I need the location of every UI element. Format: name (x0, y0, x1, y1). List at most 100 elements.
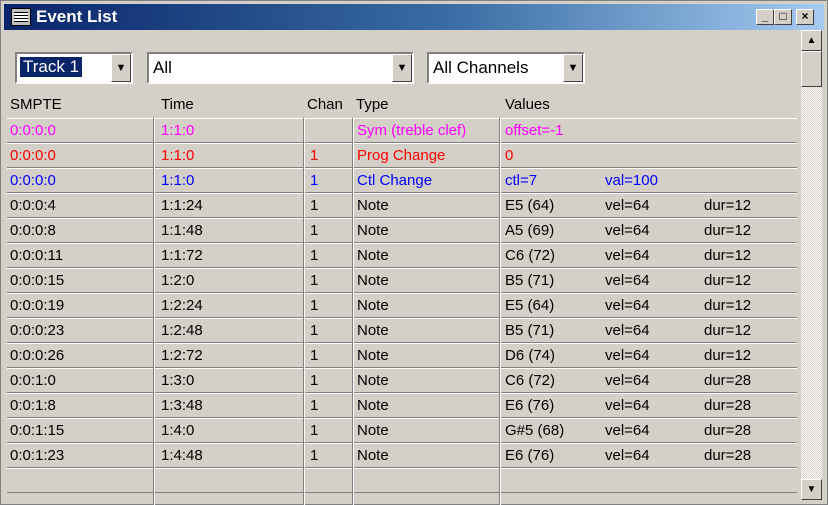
app-icon[interactable] (11, 8, 31, 26)
cell-time: 1:2:72 (161, 347, 203, 364)
maximize-icon: □ (779, 9, 787, 23)
track-select-dropdown-button[interactable]: ▼ (111, 54, 131, 82)
channels-select-value: All Channels (433, 58, 529, 77)
scrollbar-thumb[interactable] (801, 51, 822, 87)
cell-value-1: E5 (64) (505, 297, 555, 314)
cell-type: Note (357, 197, 389, 214)
cell-chan: 1 (310, 172, 319, 189)
cell-smpte: 0:0:0:23 (10, 322, 65, 339)
table-row[interactable]: 0:0:1:23 1:4:48 1 Note E6 (76) vel=64 dur=28 (7, 443, 797, 468)
cell-value-1: E6 (76) (505, 397, 555, 414)
cell-type: Note (357, 422, 389, 439)
table-row[interactable]: 0:0:0:11 1:1:72 1 Note C6 (72) vel=64 dur=12 (7, 243, 797, 268)
column-header-smpte[interactable]: SMPTE (10, 96, 62, 113)
cell-type: Prog Change (357, 147, 446, 164)
cell-type: Note (357, 447, 389, 464)
cell-value-2: vel=64 (605, 422, 650, 439)
scroll-up-button[interactable]: ▲ (801, 30, 822, 51)
cell-value-3: dur=28 (704, 397, 752, 414)
cell-smpte: 0:0:1:23 (10, 447, 65, 464)
cell-value-2: val=100 (605, 172, 658, 189)
cell-smpte: 0:0:0:8 (10, 222, 56, 239)
column-header-values[interactable]: Values (505, 96, 550, 113)
title-bar[interactable]: Event List _ □ × (4, 4, 824, 30)
cell-smpte: 0:0:1:0 (10, 372, 56, 389)
cell-type: Note (357, 347, 389, 364)
cell-value-2: vel=64 (605, 372, 650, 389)
cell-type: Sym (treble clef) (357, 122, 467, 139)
cell-value-3: dur=28 (704, 447, 752, 464)
cell-value-2: vel=64 (605, 322, 650, 339)
cell-type: Note (357, 247, 389, 264)
maximize-button[interactable]: □ (774, 9, 792, 25)
filter-select-dropdown-button[interactable]: ▼ (392, 54, 412, 82)
cell-smpte: 0:0:0:15 (10, 272, 65, 289)
cell-chan: 1 (310, 397, 319, 414)
cell-time: 1:1:0 (161, 172, 195, 189)
cell-chan: 1 (310, 347, 319, 364)
cell-time: 1:2:0 (161, 272, 195, 289)
filter-select[interactable]: All ▼ (147, 52, 414, 84)
cell-value-3: dur=12 (704, 197, 752, 214)
column-divider (500, 118, 501, 505)
cell-value-1: ctl=7 (505, 172, 538, 189)
cell-value-1: B5 (71) (505, 322, 555, 339)
cell-chan: 1 (310, 297, 319, 314)
cell-value-3: dur=12 (704, 322, 752, 339)
table-row[interactable]: 0:0:1:15 1:4:0 1 Note G#5 (68) vel=64 dur=28 (7, 418, 797, 443)
scroll-down-button[interactable]: ▼ (801, 479, 822, 500)
cell-chan: 1 (310, 322, 319, 339)
cell-smpte: 0:0:1:8 (10, 397, 56, 414)
table-row[interactable]: 0:0:1:8 1:3:48 1 Note E6 (76) vel=64 dur=28 (7, 393, 797, 418)
chevron-down-icon: ▼ (396, 62, 408, 74)
table-row[interactable]: 0:0:0:4 1:1:24 1 Note E5 (64) vel=64 dur=12 (7, 193, 797, 218)
filter-select-value: All (153, 58, 172, 77)
table-row[interactable]: 0:0:0:8 1:1:48 1 Note A5 (69) vel=64 dur=12 (7, 218, 797, 243)
cell-value-1: offset=-1 (505, 122, 564, 139)
table-row[interactable]: 0:0:0:15 1:2:0 1 Note B5 (71) vel=64 dur=12 (7, 268, 797, 293)
cell-time: 1:3:0 (161, 372, 195, 389)
minimize-button[interactable]: _ (756, 9, 774, 25)
cell-smpte: 0:0:0:0 (10, 172, 56, 189)
table-row[interactable]: 0:0:0:0 1:1:0 1 Prog Change 0 (7, 143, 797, 168)
cell-value-3: dur=12 (704, 272, 752, 289)
cell-value-1: B5 (71) (505, 272, 555, 289)
table-row[interactable]: 0:0:1:0 1:3:0 1 Note C6 (72) vel=64 dur=28 (7, 368, 797, 393)
cell-smpte: 0:0:1:15 (10, 422, 65, 439)
chevron-down-icon: ▼ (115, 62, 127, 74)
cell-smpte: 0:0:0:4 (10, 197, 56, 214)
chevron-down-icon: ▼ (567, 62, 579, 74)
cell-type: Ctl Change (357, 172, 433, 189)
channels-select[interactable]: All Channels ▼ (427, 52, 585, 84)
close-button[interactable]: × (796, 9, 814, 25)
track-select[interactable]: Track 1 ▼ (15, 52, 133, 84)
table-row[interactable]: 0:0:0:19 1:2:24 1 Note E5 (64) vel=64 dur=12 (7, 293, 797, 318)
window-title: Event List (36, 7, 118, 26)
arrow-up-icon: ▲ (806, 35, 817, 46)
table-row[interactable]: 0:0:0:23 1:2:48 1 Note B5 (71) vel=64 dur=12 (7, 318, 797, 343)
cell-type: Note (357, 297, 389, 314)
column-header-time[interactable]: Time (161, 96, 194, 113)
cell-smpte: 0:0:0:0 (10, 147, 56, 164)
table-row[interactable]: 0:0:0:0 1:1:0 Sym (treble clef) offset=-1 (7, 118, 797, 143)
cell-time: 1:4:48 (161, 447, 203, 464)
column-header-chan[interactable]: Chan (307, 96, 343, 113)
cell-value-1: A5 (69) (505, 222, 555, 239)
cell-value-2: vel=64 (605, 397, 650, 414)
table-row[interactable]: 0:0:0:0 1:1:0 1 Ctl Change ctl=7 val=100 (7, 168, 797, 193)
cell-value-3: dur=28 (704, 372, 752, 389)
cell-time: 1:1:48 (161, 222, 203, 239)
cell-smpte: 0:0:0:11 (10, 247, 64, 264)
cell-value-2: vel=64 (605, 297, 650, 314)
cell-value-2: vel=64 (605, 272, 650, 289)
cell-value-1: C6 (72) (505, 247, 556, 264)
cell-value-2: vel=64 (605, 247, 650, 264)
column-header-type[interactable]: Type (356, 96, 389, 113)
channels-select-dropdown-button[interactable]: ▼ (563, 54, 583, 82)
cell-chan: 1 (310, 447, 319, 464)
table-row[interactable]: 0:0:0:26 1:2:72 1 Note D6 (74) vel=64 dur=12 (7, 343, 797, 368)
table-row[interactable] (7, 468, 797, 493)
vertical-scrollbar[interactable]: ▲ ▼ (801, 30, 822, 500)
cell-type: Note (357, 322, 389, 339)
cell-time: 1:1:24 (161, 197, 203, 214)
